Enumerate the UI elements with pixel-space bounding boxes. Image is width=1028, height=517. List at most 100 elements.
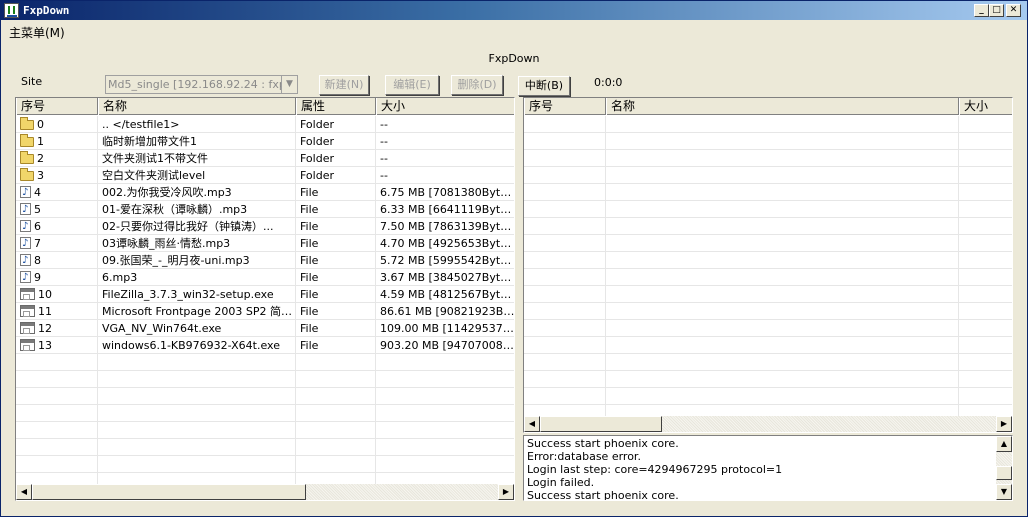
grid-line [16, 353, 514, 354]
table-row[interactable]: 6 02-只要你过得比我好（钟镇涛）... File 7.50 MB [7863139… [16, 218, 514, 235]
chevron-down-icon[interactable]: ▼ [281, 76, 297, 93]
grid-line [16, 302, 514, 303]
scroll-thumb[interactable] [32, 484, 306, 500]
pane-splitter[interactable] [515, 97, 523, 501]
grid-line [524, 234, 1012, 235]
folder-icon [20, 134, 34, 147]
table-row[interactable]: 13 windows6.1-KB976932-X64t.exe File 903.20… [16, 337, 514, 354]
cell-size: 6.75 MB [7081380Bytes] [380, 186, 515, 199]
cell-size: -- [380, 135, 388, 148]
header-index[interactable]: 序号 [524, 98, 606, 115]
cell-size: 4.70 MB [4925653Bytes] [380, 237, 515, 250]
site-select[interactable]: Md5_single [192.168.92.24 : fxptes ▼ [105, 75, 298, 94]
right-horizontal-scrollbar[interactable]: ◀ ▶ [524, 416, 1012, 432]
cell-text: 9 [34, 271, 41, 284]
site-select-value: Md5_single [192.168.92.24 : fxptes [108, 78, 298, 91]
scroll-right-icon[interactable]: ▶ [996, 416, 1012, 432]
app-icon [4, 3, 19, 18]
cell-name: 空白文件夹测试level [102, 169, 206, 182]
cell-num: 4 [16, 184, 98, 201]
grid-line [16, 336, 514, 337]
table-row[interactable]: 1 临时新增加带文件1 Folder -- [16, 133, 514, 150]
exe-file-icon [20, 322, 35, 334]
scroll-left-icon[interactable]: ◀ [524, 416, 540, 432]
header-name[interactable]: 名称 [606, 98, 959, 115]
cell-size: 109.00 MB [114295375Bytes] [380, 322, 514, 335]
audio-file-icon [20, 235, 31, 252]
local-file-list[interactable]: 序号 名称 属性 大小 0 .. </testfile1> Folder -- 1 临时新… [15, 97, 515, 501]
table-row[interactable]: 9 6.mp3 File 3.67 MB [3845027Bytes] [16, 269, 514, 286]
header-index[interactable]: 序号 [16, 98, 98, 115]
grid-line [524, 302, 1012, 303]
cell-num: 0 [16, 116, 98, 133]
table-row[interactable]: 0 .. </testfile1> Folder -- [16, 116, 514, 133]
stop-button[interactable]: 中断(B) [518, 76, 570, 96]
audio-file-icon [20, 252, 31, 269]
table-row[interactable]: 7 03谭咏麟_雨丝·情愁.mp3 File 4.70 MB [4925653Byte… [16, 235, 514, 252]
left-horizontal-scrollbar[interactable]: ◀ ▶ [16, 484, 514, 500]
audio-file-icon [20, 218, 31, 235]
cell-num: 11 [16, 303, 98, 320]
cell-name: FileZilla_3.7.3_win32-setup.exe [102, 288, 274, 301]
window-title: FxpDown [23, 4, 70, 17]
header-size[interactable]: 大小 [376, 98, 514, 115]
cell-attr: File [300, 271, 319, 284]
table-row[interactable]: 3 空白文件夹测试level Folder -- [16, 167, 514, 184]
cell-attr: Folder [300, 152, 334, 165]
audio-file-icon [20, 184, 31, 201]
minimize-button[interactable]: _ [974, 4, 989, 17]
scroll-left-icon[interactable]: ◀ [16, 484, 32, 500]
title-bar[interactable]: FxpDown _ □ ✕ [1, 1, 1027, 20]
grid-line [524, 353, 1012, 354]
cell-size: 3.67 MB [3845027Bytes] [380, 271, 515, 284]
main-menu[interactable]: 主菜单(M) [9, 24, 65, 41]
scroll-thumb[interactable] [996, 466, 1012, 480]
cell-num: 6 [16, 218, 98, 235]
cell-text: 6 [34, 220, 41, 233]
table-row[interactable]: 8 09.张国荣_-_明月夜-uni.mp3 File 5.72 MB [599554… [16, 252, 514, 269]
grid-line [524, 251, 1012, 252]
grid-line [524, 387, 1012, 388]
table-row[interactable]: 4 002.为你我受冷风吹.mp3 File 6.75 MB [7081380Byte… [16, 184, 514, 201]
transfer-queue-list[interactable]: 序号 名称 大小 ◀ ▶ [523, 97, 1013, 433]
table-row[interactable]: 10 FileZilla_3.7.3_win32-setup.exe File 4.5… [16, 286, 514, 303]
table-row[interactable]: 11 Microsoft Frontpage 2003 SP2 简体... File… [16, 303, 514, 320]
header-size[interactable]: 大小 [959, 98, 1012, 115]
scroll-up-icon[interactable]: ▲ [996, 436, 1012, 452]
cell-name: 01-爱在深秋（谭咏麟）.mp3 [102, 203, 248, 216]
cell-size: 86.61 MB [90821923Bytes] [380, 305, 515, 318]
log-output[interactable]: Success start phoenix core. Error:databas… [523, 435, 1013, 501]
cell-size: -- [380, 118, 388, 131]
cell-attr: File [300, 339, 319, 352]
edit-button[interactable]: 编辑(E) [385, 75, 439, 95]
header-attribute[interactable]: 属性 [296, 98, 376, 115]
maximize-button[interactable]: □ [989, 4, 1004, 17]
log-line: Error:database error. [527, 450, 641, 463]
grid-line [524, 285, 1012, 286]
cell-num: 2 [16, 150, 98, 167]
cell-attr: File [300, 237, 319, 250]
scroll-down-icon[interactable]: ▼ [996, 484, 1012, 500]
cell-num: 8 [16, 252, 98, 269]
log-line: Success start phoenix core. [527, 437, 679, 450]
table-row[interactable]: 5 01-爱在深秋（谭咏麟）.mp3 File 6.33 MB [6641119Byt… [16, 201, 514, 218]
scroll-right-icon[interactable]: ▶ [498, 484, 514, 500]
close-button[interactable]: ✕ [1006, 4, 1021, 17]
delete-button[interactable]: 删除(D) [451, 75, 503, 95]
cell-attr: File [300, 288, 319, 301]
table-row[interactable]: 2 文件夹测试1不带文件 Folder -- [16, 150, 514, 167]
header-name[interactable]: 名称 [98, 98, 296, 115]
right-table-header: 序号 名称 大小 [524, 98, 1012, 115]
log-vertical-scrollbar[interactable]: ▲ ▼ [996, 436, 1012, 500]
cell-name: VGA_NV_Win764t.exe [102, 322, 222, 335]
cell-text: 8 [34, 254, 41, 267]
cell-size: -- [380, 152, 388, 165]
cell-attr: File [300, 254, 319, 267]
new-button[interactable]: 新建(N) [319, 75, 369, 95]
table-row[interactable]: 12 VGA_NV_Win764t.exe File 109.00 MB [11429… [16, 320, 514, 337]
scroll-thumb[interactable] [540, 416, 662, 432]
log-line: Login failed. [527, 476, 595, 489]
cell-size: 6.33 MB [6641119Bytes] [380, 203, 515, 216]
cell-num: 7 [16, 235, 98, 252]
cell-num: 5 [16, 201, 98, 218]
